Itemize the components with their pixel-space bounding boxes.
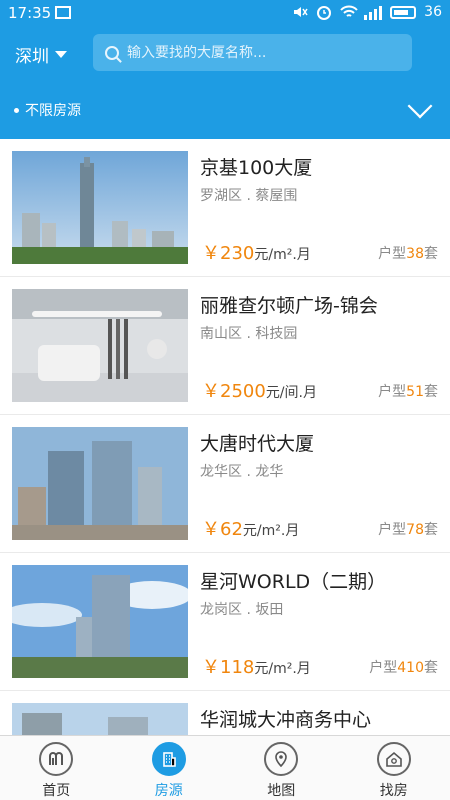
- listing-name: 华润城大冲商务中心: [200, 709, 372, 731]
- tab-map-label: 地图: [267, 783, 296, 799]
- search-input[interactable]: [127, 44, 397, 61]
- building-photo: [12, 151, 188, 264]
- listing-list: 京基100大厦 罗湖区 . 蔡屋围 ￥230元/m².月 户型38套 丽雅查尔顿…: [0, 139, 450, 735]
- tab-find[interactable]: 找房: [338, 736, 450, 800]
- listing-price: ￥118元/m².月: [202, 657, 311, 678]
- tab-home-label: 首页: [42, 783, 71, 799]
- building-photo: [12, 427, 188, 540]
- signal-icon: [364, 4, 383, 20]
- city-label: 深圳: [15, 47, 49, 67]
- listing-unit-count: 户型78套: [378, 522, 438, 538]
- listing-area: 南山区 . 科技园: [200, 326, 298, 342]
- bottom-tab-bar: 首页 房源 地图 找房: [0, 735, 450, 800]
- battery-level: 36: [424, 4, 442, 20]
- battery-icon: [390, 5, 417, 19]
- building-photo: [12, 289, 188, 402]
- status-time: 17:35: [8, 4, 52, 22]
- building-photo: [12, 565, 188, 678]
- alarm-icon: [316, 4, 332, 20]
- map-pin-icon: [264, 742, 299, 776]
- tab-listings-label: 房源: [154, 783, 183, 799]
- listing-price: ￥230元/m².月: [202, 243, 311, 264]
- mute-icon: [292, 4, 308, 20]
- top-header: 17:35 36 深圳 不限房源: [0, 0, 450, 139]
- search-icon: [105, 45, 119, 60]
- listing-area: 罗湖区 . 蔡屋围: [200, 188, 298, 204]
- list-item[interactable]: 大唐时代大厦 龙华区 . 龙华 ￥62元/m².月 户型78套: [0, 415, 450, 553]
- home-logo-icon: [39, 742, 74, 776]
- filter-label: 不限房源: [25, 103, 81, 119]
- listing-unit-count: 户型38套: [378, 246, 438, 262]
- list-item[interactable]: 星河WORLD（二期） 龙岗区 . 坂田 ￥118元/m².月 户型410套: [0, 553, 450, 691]
- listing-unit-count: 户型51套: [378, 384, 438, 400]
- search-bar[interactable]: [93, 34, 412, 71]
- bullet-icon: [14, 107, 19, 113]
- tab-find-label: 找房: [379, 783, 408, 799]
- filter-selector[interactable]: 不限房源: [14, 100, 81, 120]
- listing-price: ￥62元/m².月: [202, 519, 300, 540]
- listing-area: 龙岗区 . 坂田: [200, 602, 284, 618]
- list-item[interactable]: 京基100大厦 罗湖区 . 蔡屋围 ￥230元/m².月 户型38套: [0, 139, 450, 277]
- listing-unit-count: 户型410套: [369, 660, 438, 676]
- list-item[interactable]: 华润城大冲商务中心: [0, 691, 450, 735]
- tab-home[interactable]: 首页: [0, 736, 113, 800]
- listing-name: 丽雅查尔顿广场-锦会: [200, 295, 378, 317]
- city-selector[interactable]: 深圳: [15, 42, 67, 67]
- building-icon: [151, 742, 186, 776]
- listing-price: ￥2500元/间.月: [202, 381, 317, 402]
- listing-area: 龙华区 . 龙华: [200, 464, 284, 480]
- caret-down-icon: [55, 51, 67, 58]
- building-photo: [12, 703, 188, 735]
- status-right: 36: [292, 4, 442, 20]
- notification-mail-icon: [55, 6, 71, 19]
- listing-name: 星河WORLD（二期）: [200, 571, 387, 593]
- wifi-icon: [340, 4, 358, 20]
- tab-map[interactable]: 地图: [225, 736, 338, 800]
- tab-listings[interactable]: 房源: [113, 736, 226, 800]
- listing-name: 京基100大厦: [200, 157, 313, 179]
- listing-name: 大唐时代大厦: [200, 433, 315, 455]
- house-search-icon: [376, 742, 411, 776]
- status-bar: 17:35 36: [0, 0, 450, 28]
- list-item[interactable]: 丽雅查尔顿广场-锦会 南山区 . 科技园 ￥2500元/间.月 户型51套: [0, 277, 450, 415]
- chevron-down-icon[interactable]: [407, 93, 433, 119]
